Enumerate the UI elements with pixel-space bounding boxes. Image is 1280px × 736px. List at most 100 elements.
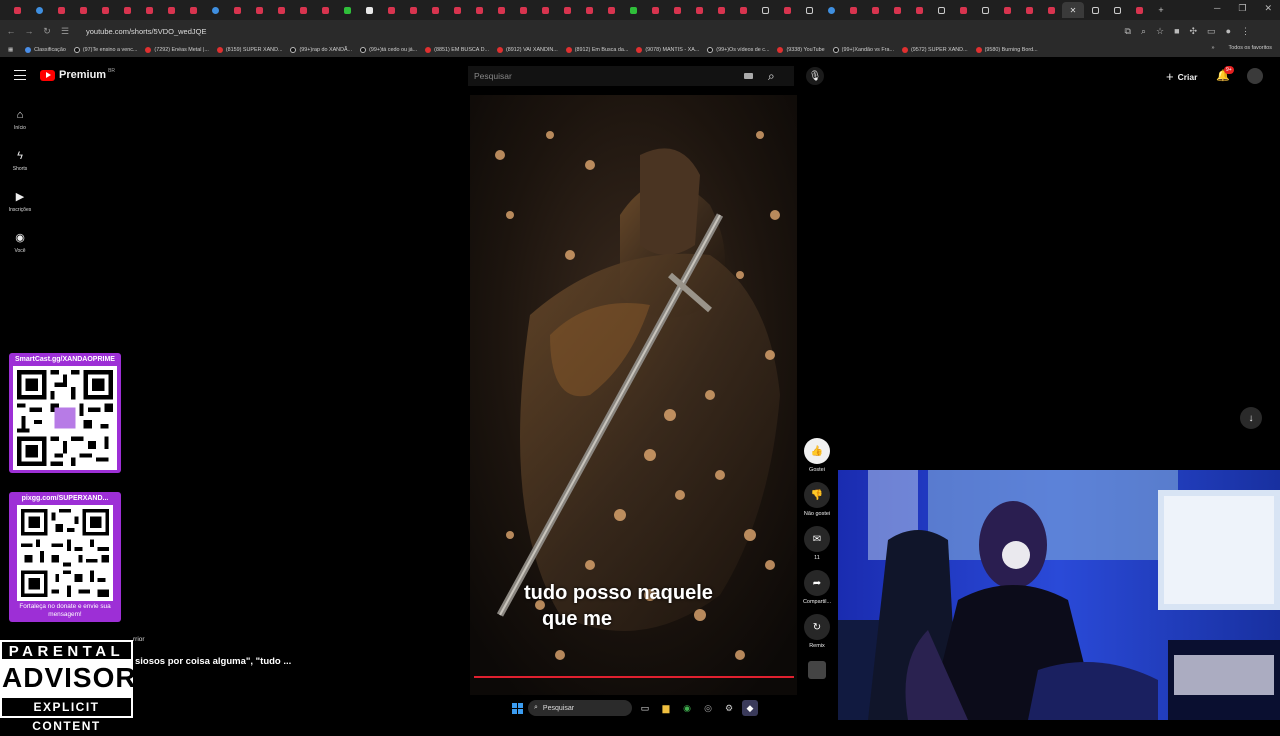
bookmark-item[interactable]: (9078) MANTIS - XA... (636, 46, 699, 53)
tab[interactable] (138, 2, 160, 18)
tab[interactable] (886, 2, 908, 18)
sidepanel-icon[interactable]: ▭ (1207, 26, 1216, 37)
bookmark-item[interactable]: (8159) SUPER XAND... (216, 46, 282, 53)
sound-avatar[interactable] (808, 661, 826, 679)
bookmark-item[interactable]: (9580) Burning Bord... (975, 46, 1038, 53)
tab[interactable] (732, 2, 754, 18)
maximize-icon[interactable]: ❐ (1238, 3, 1246, 14)
tab[interactable] (336, 2, 358, 18)
close-icon[interactable]: ✕ (1070, 6, 1077, 15)
bookmark-item[interactable]: Classificação (25, 46, 66, 53)
all-favorites-folder[interactable]: » Todos os favoritos (1212, 45, 1272, 51)
youtube-premium-logo[interactable]: Premium BR (40, 68, 115, 81)
tab[interactable] (798, 2, 820, 18)
tab[interactable] (952, 2, 974, 18)
star-icon[interactable]: ☆ (1156, 26, 1164, 37)
tab[interactable] (72, 2, 94, 18)
keyboard-icon[interactable] (744, 73, 753, 79)
bookmark-item[interactable]: (8851) EM BUSCA D... (425, 46, 489, 53)
url-field[interactable]: youtube.com/shorts/5VDO_wedJQE (86, 27, 1125, 36)
minimize-icon[interactable]: ─ (1214, 3, 1220, 14)
site-info-icon[interactable]: ☰ (58, 26, 72, 37)
short-description[interactable]: siosos por coisa alguma", "tudo ... (135, 656, 291, 667)
tab[interactable] (358, 2, 380, 18)
reload-icon[interactable]: ↻ (40, 26, 54, 37)
tab[interactable] (314, 2, 336, 18)
tab[interactable] (160, 2, 182, 18)
zoom-icon[interactable]: ⌕ (1141, 26, 1146, 37)
notifications-bell-icon[interactable]: 🔔 9+ (1216, 66, 1234, 82)
chrome-icon[interactable]: ◉ (679, 700, 695, 716)
bookmark-item[interactable]: (99+)Os vídeos de c... (707, 46, 769, 53)
tab[interactable] (600, 2, 622, 18)
dislike-button[interactable]: 👎 Não gostei (804, 482, 830, 517)
tab[interactable] (402, 2, 424, 18)
profile-icon[interactable]: ● (1226, 26, 1231, 37)
tab[interactable] (446, 2, 468, 18)
tab[interactable] (578, 2, 600, 18)
back-icon[interactable]: ← (4, 26, 18, 36)
tab[interactable] (424, 2, 446, 18)
tab[interactable] (710, 2, 732, 18)
tab[interactable] (468, 2, 490, 18)
tab[interactable] (116, 2, 138, 18)
search-input[interactable] (468, 71, 728, 81)
comments-button[interactable]: ✉ 11 (804, 526, 830, 561)
tab[interactable] (490, 2, 512, 18)
taskbar-search[interactable]: ⌕ Pesquisar (528, 700, 632, 716)
bookmarks-more-icon[interactable]: » (1212, 45, 1215, 51)
tab[interactable] (1018, 2, 1040, 18)
file-explorer-icon[interactable]: ▆ (658, 700, 674, 716)
sidebar-item-home[interactable]: ⌂ Início (0, 100, 40, 141)
apps-grid-icon[interactable]: ▦ (8, 47, 13, 53)
next-short-arrow-icon[interactable]: ↓ (1240, 407, 1262, 429)
microphone-icon[interactable]: 🎙 (806, 67, 824, 85)
remix-button[interactable]: ↻ Remix (804, 614, 830, 649)
bookmark-item[interactable]: (9572) SUPER XAND... (901, 46, 968, 53)
create-button[interactable]: + Criar (1166, 69, 1197, 84)
account-avatar[interactable] (1247, 68, 1263, 84)
tab[interactable] (776, 2, 798, 18)
active-app-icon[interactable]: ◆ (742, 700, 758, 716)
sidebar-item-shorts[interactable]: ϟ Shorts (0, 141, 40, 182)
tab[interactable] (644, 2, 666, 18)
channel-name-fragment[interactable]: rrior (133, 636, 145, 643)
bookmark-item[interactable]: (97)Te ensino a venc... (73, 46, 137, 53)
extension-icon[interactable]: ■ (1174, 26, 1179, 37)
bookmark-item[interactable]: (8912) VAI XANDIN... (497, 46, 558, 53)
forward-icon[interactable]: → (22, 26, 36, 36)
tab[interactable] (292, 2, 314, 18)
tab[interactable] (930, 2, 952, 18)
task-view-icon[interactable]: ▭ (637, 700, 653, 716)
like-button[interactable]: 👍 Gostei (804, 438, 830, 473)
tab[interactable] (842, 2, 864, 18)
search-icon[interactable]: ⌕ (768, 69, 775, 84)
tab[interactable] (380, 2, 402, 18)
bookmark-item[interactable]: (99+)tá cedo ou já... (360, 46, 417, 53)
video-progress-bar[interactable] (474, 676, 794, 678)
tab[interactable] (6, 2, 28, 18)
bookmark-item[interactable]: (99+)rap do XANDÃ... (290, 46, 352, 53)
share-button[interactable]: ➦ Compartil... (803, 570, 831, 605)
tab[interactable] (974, 2, 996, 18)
tab[interactable] (1084, 2, 1106, 18)
tab[interactable] (1128, 2, 1150, 18)
menu-dots-icon[interactable]: ⋮ (1241, 26, 1250, 37)
bookmark-item[interactable]: (9338) YouTube (777, 46, 825, 53)
bookmark-item[interactable]: (7292) Enéas Metal |... (145, 46, 209, 53)
tab[interactable] (248, 2, 270, 18)
tab[interactable] (754, 2, 776, 18)
tab[interactable] (864, 2, 886, 18)
tab[interactable] (1040, 2, 1062, 18)
tab[interactable] (182, 2, 204, 18)
tab[interactable] (512, 2, 534, 18)
tab[interactable] (50, 2, 72, 18)
bookmark-item[interactable]: (8912) Em Busca da... (565, 46, 628, 53)
tab[interactable] (556, 2, 578, 18)
bookmark-item[interactable]: (99+)Xandão vs Fra... (832, 46, 894, 53)
tab[interactable] (820, 2, 842, 18)
tab[interactable] (908, 2, 930, 18)
tab[interactable] (996, 2, 1018, 18)
extensions-puzzle-icon[interactable]: ✣ (1190, 26, 1198, 37)
install-app-icon[interactable]: ⧉ (1125, 26, 1131, 37)
